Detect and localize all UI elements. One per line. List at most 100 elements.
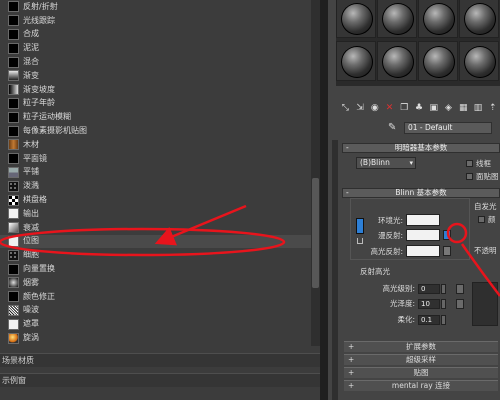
pick-material-icon[interactable]: ⤡ xyxy=(340,103,351,114)
map-list-item[interactable]: 位图 xyxy=(0,234,311,249)
map-list-item[interactable]: 每像素摄影机贴图 xyxy=(0,124,311,138)
sample-slot[interactable] xyxy=(336,0,376,38)
map-list-item[interactable]: 旋涡 xyxy=(0,331,311,345)
rollout-blinn-basic[interactable]: - Blinn 基本参数 xyxy=(342,188,500,198)
specular-map-button[interactable] xyxy=(443,246,451,256)
map-swatch-icon xyxy=(8,56,19,68)
copy-material-icon[interactable]: ❐ xyxy=(399,103,410,114)
map-list-item[interactable]: 输出 xyxy=(0,207,311,221)
self-illum-color-checkbox[interactable] xyxy=(478,216,485,223)
map-list-item[interactable]: 泼溅 xyxy=(0,179,311,193)
map-list-item[interactable]: 泥泥 xyxy=(0,41,311,55)
glossiness-map-button[interactable] xyxy=(456,298,464,309)
specular-level-spinner[interactable] xyxy=(441,283,446,294)
rollout-maps[interactable]: + 贴图 xyxy=(344,367,498,378)
sample-sphere-icon xyxy=(341,46,373,78)
map-list-item[interactable]: 光线跟踪 xyxy=(0,14,311,28)
wire-checkbox-row[interactable]: 线框 xyxy=(466,158,491,169)
map-list-label: 输出 xyxy=(23,208,39,218)
faceted-checkbox-row[interactable]: 面贴图 xyxy=(466,171,499,182)
sample-slot[interactable] xyxy=(377,41,417,81)
section-label: 场景材质 xyxy=(2,356,34,365)
map-list-item[interactable]: 向量置换 xyxy=(0,262,311,276)
section-scene-materials[interactable]: 场景材质 xyxy=(0,353,320,367)
ambient-color-swatch[interactable] xyxy=(406,214,440,226)
map-swatch-icon xyxy=(8,263,19,275)
rollout-shader-basic[interactable]: - 明暗器基本参数 xyxy=(342,143,500,153)
map-list-item[interactable]: 渐变坡度 xyxy=(0,83,311,97)
glossiness-spinner[interactable] xyxy=(441,298,446,309)
map-list: 反射/折射 光线跟踪 合成 泥泥 混合 渐变渐变坡度 粒子年龄 粒子运动模糊 每像素摄影机贴图木… xyxy=(0,0,311,346)
map-list-item[interactable]: 木材 xyxy=(0,138,311,152)
sample-slot[interactable] xyxy=(377,0,417,38)
make-unique-icon[interactable]: ♣ xyxy=(414,103,425,114)
material-editor-scrollbar[interactable] xyxy=(332,140,338,400)
diffuse-color-swatch[interactable] xyxy=(406,229,440,241)
map-list-item[interactable]: 噪波 xyxy=(0,304,311,318)
diffuse-label: 漫反射: xyxy=(377,230,403,240)
material-id-icon[interactable]: ◈ xyxy=(443,103,454,114)
map-list-item[interactable]: 粒子运动模糊 xyxy=(0,110,311,124)
shader-type-select[interactable]: (B)Blinn xyxy=(356,157,416,169)
go-to-parent-icon[interactable]: ⇡ xyxy=(487,103,498,114)
specular-level-map-button[interactable] xyxy=(456,283,464,294)
map-list-item[interactable]: 合成 xyxy=(0,28,311,42)
faceted-label: 面贴图 xyxy=(476,172,499,181)
sample-sphere-icon xyxy=(423,46,455,78)
rollout-extended-params[interactable]: + 扩展参数 xyxy=(344,341,498,352)
rollout-supersampling[interactable]: + 超级采样 xyxy=(344,354,498,365)
map-list-item[interactable]: 烟雾 xyxy=(0,276,311,290)
map-list-scrollbar[interactable] xyxy=(311,0,320,346)
map-list-item[interactable]: 反射/折射 xyxy=(0,0,311,14)
rollout-mental-ray[interactable]: + mental ray 连接 xyxy=(344,380,498,391)
specular-row: 高光反射: xyxy=(364,245,451,257)
map-swatch-icon xyxy=(8,139,19,151)
section-sample-slots[interactable]: 示例窗 xyxy=(0,373,320,387)
map-list-item[interactable]: 混合 xyxy=(0,55,311,69)
sample-slot[interactable] xyxy=(459,41,499,81)
map-list-item[interactable]: 颜色修正 xyxy=(0,290,311,304)
soften-spinner[interactable] xyxy=(441,314,446,325)
specular-highlight-graph xyxy=(472,282,498,326)
sample-slot[interactable] xyxy=(459,0,499,38)
faceted-checkbox[interactable] xyxy=(466,173,473,180)
opacity-label: 不透明 xyxy=(474,246,497,255)
diffuse-map-button[interactable] xyxy=(443,230,451,240)
map-list-item[interactable]: 粒子年龄 xyxy=(0,97,311,111)
map-list-label: 噪波 xyxy=(23,305,39,315)
map-list-item[interactable]: 平铺 xyxy=(0,166,311,180)
map-list-item[interactable]: 棋盘格 xyxy=(0,193,311,207)
expand-icon: + xyxy=(348,342,355,351)
wire-label: 线框 xyxy=(476,159,491,168)
map-list-label: 渐变 xyxy=(23,70,39,80)
wire-checkbox[interactable] xyxy=(466,160,473,167)
glossiness-input[interactable]: 10 xyxy=(418,298,440,309)
put-to-library-icon[interactable]: ▣ xyxy=(428,103,439,114)
assign-material-icon[interactable]: ◉ xyxy=(369,103,380,114)
map-list-item[interactable]: 渐变 xyxy=(0,69,311,83)
specular-color-swatch[interactable] xyxy=(406,245,440,257)
soften-input[interactable]: 0.1 xyxy=(418,314,440,325)
put-to-scene-icon[interactable]: ⇲ xyxy=(355,103,366,114)
show-end-result-icon[interactable]: ▥ xyxy=(473,103,484,114)
map-list-item[interactable]: 平面镜 xyxy=(0,152,311,166)
lock-ambient-diffuse-icon[interactable] xyxy=(356,218,364,234)
eyedropper-icon[interactable]: ✎ xyxy=(388,122,398,133)
show-map-icon[interactable]: ▦ xyxy=(458,103,469,114)
section-label: 示例窗 xyxy=(2,376,26,385)
self-illum-color-row[interactable]: 颜 xyxy=(478,214,496,225)
map-list-item[interactable]: 遮罩 xyxy=(0,317,311,331)
sample-slot[interactable] xyxy=(418,41,458,81)
map-list-item[interactable]: 细胞 xyxy=(0,248,311,262)
reset-material-icon[interactable]: ✕ xyxy=(384,103,395,114)
map-list-label: 颜色修正 xyxy=(23,291,55,301)
material-name-field[interactable]: 01 - Default xyxy=(404,121,492,134)
specular-level-input[interactable]: 0 xyxy=(418,283,440,294)
sample-slot[interactable] xyxy=(418,0,458,38)
map-list-item[interactable]: 衰减 xyxy=(0,221,311,235)
map-list-scrollbar-thumb[interactable] xyxy=(312,178,319,288)
material-toolbar: ⤡ ⇲ ◉ ✕ ❐ ♣ ▣ ◈ ▦ ▥ ⇡ xyxy=(340,100,498,116)
map-list-label: 位图 xyxy=(23,236,39,246)
expand-icon: + xyxy=(348,355,355,364)
sample-slot[interactable] xyxy=(336,41,376,81)
